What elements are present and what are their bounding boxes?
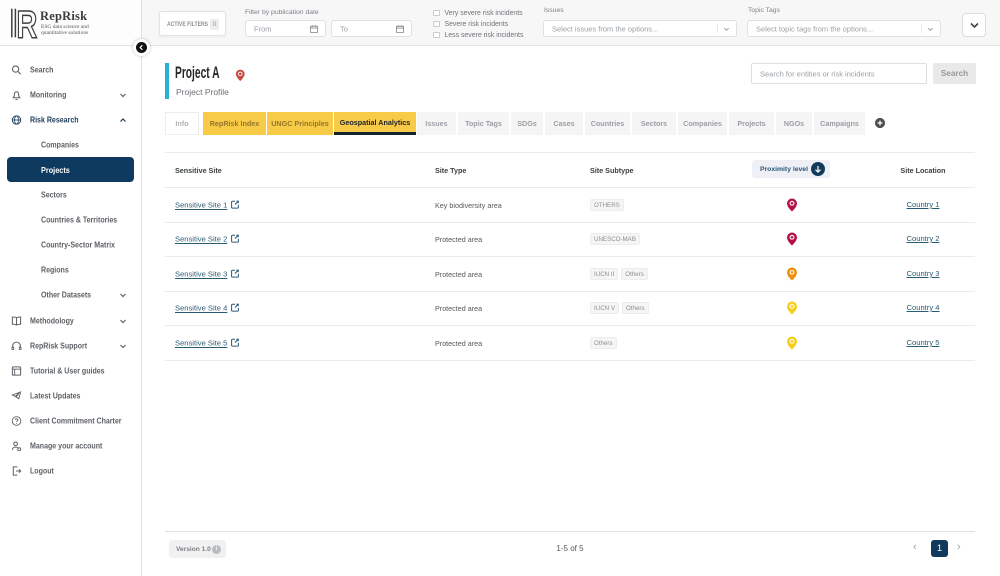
svg-text:R: R	[17, 3, 38, 46]
